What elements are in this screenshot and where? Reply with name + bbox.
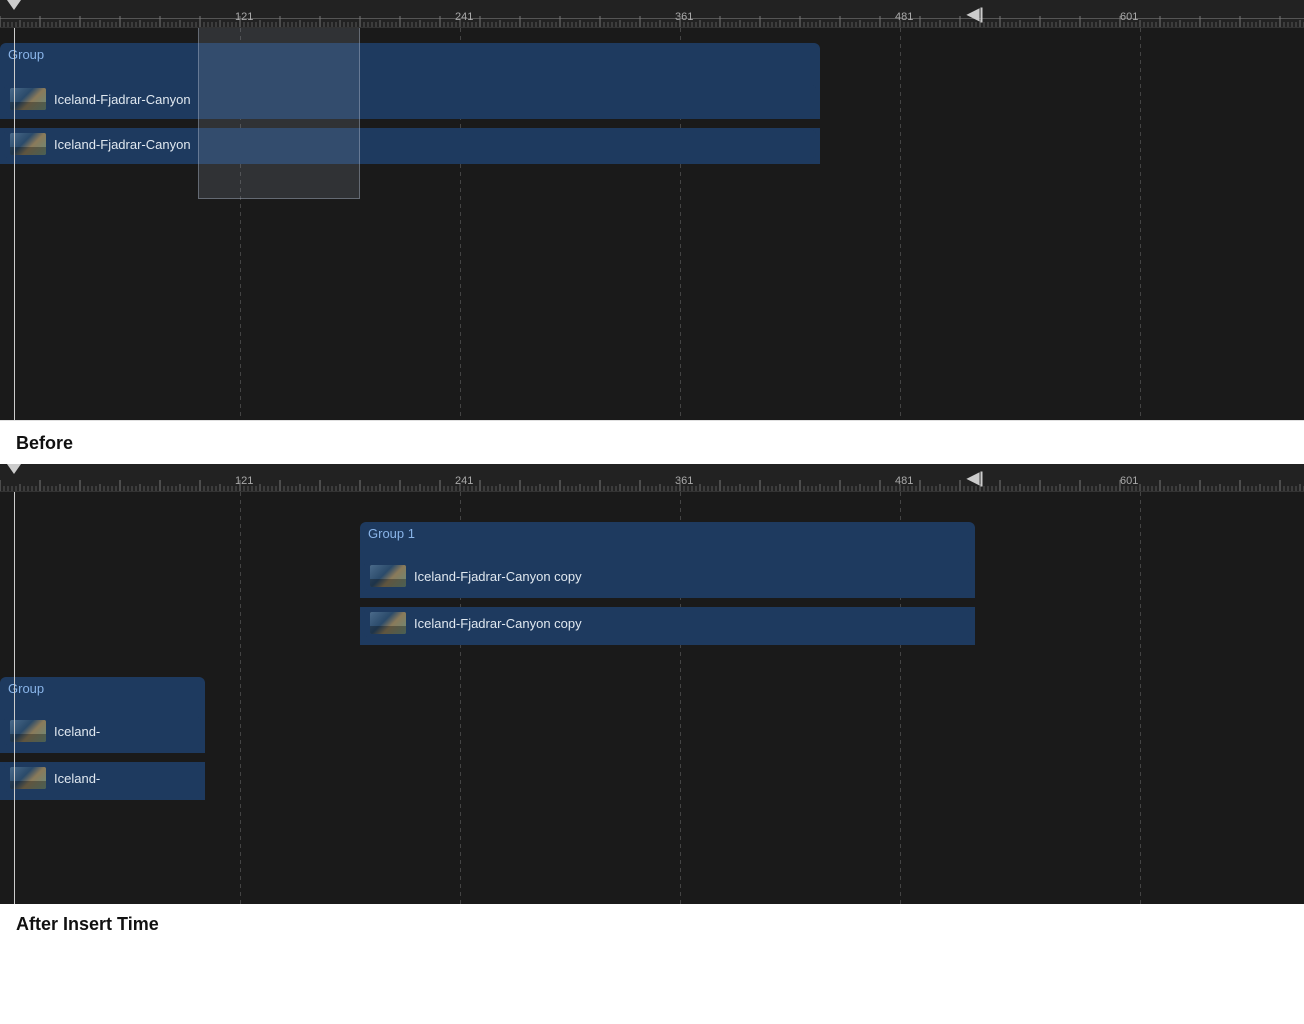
ruler-label-361-after: 361 [675, 475, 693, 487]
grid-line-5-before [1140, 28, 1141, 420]
track-area-before: Group Iceland-Fjadrar-Canyon Iceland-Fja… [0, 28, 1304, 420]
grid-line-1-after [240, 492, 241, 904]
grid-line-4-before [900, 28, 901, 420]
ruler-label-601-before: 601 [1120, 11, 1138, 23]
ruler-label-481-before: 481 [895, 11, 913, 23]
clip1-thumbnail-before [10, 88, 46, 110]
clip-gap-before [0, 119, 820, 127]
group2-label-after: Group [0, 677, 205, 698]
group2-gap-after [0, 752, 205, 762]
group2-clip2-thumb-after [10, 767, 46, 789]
before-section-label: Before [0, 420, 1304, 464]
group2-clip1-after[interactable]: Iceland- [0, 715, 205, 753]
selection-rect-before [198, 28, 360, 199]
ruler-before: // Generated inline via JS below 121 241… [0, 0, 1304, 28]
group2-clip2-after[interactable]: Iceland- [0, 762, 205, 800]
end-marker-after: ◀| [967, 468, 984, 488]
track-area-after: Group 1 Iceland-Fjadrar-Canyon copy Icel… [0, 492, 1304, 904]
playhead-line-before [14, 28, 15, 420]
end-marker-before: ◀| [967, 4, 984, 24]
ruler-label-121-before: 121 [235, 11, 253, 23]
clip2-thumbnail-before [10, 133, 46, 155]
group2-clip2-name-after: Iceland- [54, 771, 100, 786]
ruler-label-361-before: 361 [675, 11, 693, 23]
group1-clip1-thumb-after [370, 565, 406, 587]
ruler-label-241-before: 241 [455, 11, 473, 23]
group1-clip2-name-after: Iceland-Fjadrar-Canyon copy [414, 616, 582, 631]
group1-clip2-thumb-after [370, 612, 406, 634]
before-timeline: // Generated inline via JS below 121 241… [0, 0, 1304, 420]
ruler-label-121-after: 121 [235, 475, 253, 487]
clip2-name-before: Iceland-Fjadrar-Canyon [54, 137, 191, 152]
ruler-label-481-after: 481 [895, 475, 913, 487]
clip1-name-before: Iceland-Fjadrar-Canyon [54, 92, 191, 107]
group1-clip1-after[interactable]: Iceland-Fjadrar-Canyon copy [360, 560, 975, 598]
playhead-after[interactable] [7, 464, 21, 474]
ruler-after: 121 241 361 481 601 ◀| [0, 464, 1304, 492]
group1-gap-after [360, 597, 975, 607]
group2-clip1-name-after: Iceland- [54, 724, 100, 739]
clip1-before[interactable]: Iceland-Fjadrar-Canyon [0, 83, 820, 119]
after-timeline: 121 241 361 481 601 ◀| Group 1 Iceland-F… [0, 464, 1304, 904]
ruler-label-241-after: 241 [455, 475, 473, 487]
group-label-before: Group [0, 43, 820, 64]
clip2-before[interactable]: Iceland-Fjadrar-Canyon [0, 128, 820, 164]
group1-label-after: Group 1 [360, 522, 975, 543]
ruler-ticks-before: // Generated inline via JS below [0, 0, 1304, 27]
ruler-label-601-after: 601 [1120, 475, 1138, 487]
grid-line-5-after [1140, 492, 1141, 904]
group1-clip2-after[interactable]: Iceland-Fjadrar-Canyon copy [360, 607, 975, 645]
after-section-label: After Insert Time [0, 904, 1304, 945]
group1-clip1-name-after: Iceland-Fjadrar-Canyon copy [414, 569, 582, 584]
group2-clip1-thumb-after [10, 720, 46, 742]
playhead-line-after [14, 492, 15, 904]
playhead-before[interactable] [7, 0, 21, 10]
